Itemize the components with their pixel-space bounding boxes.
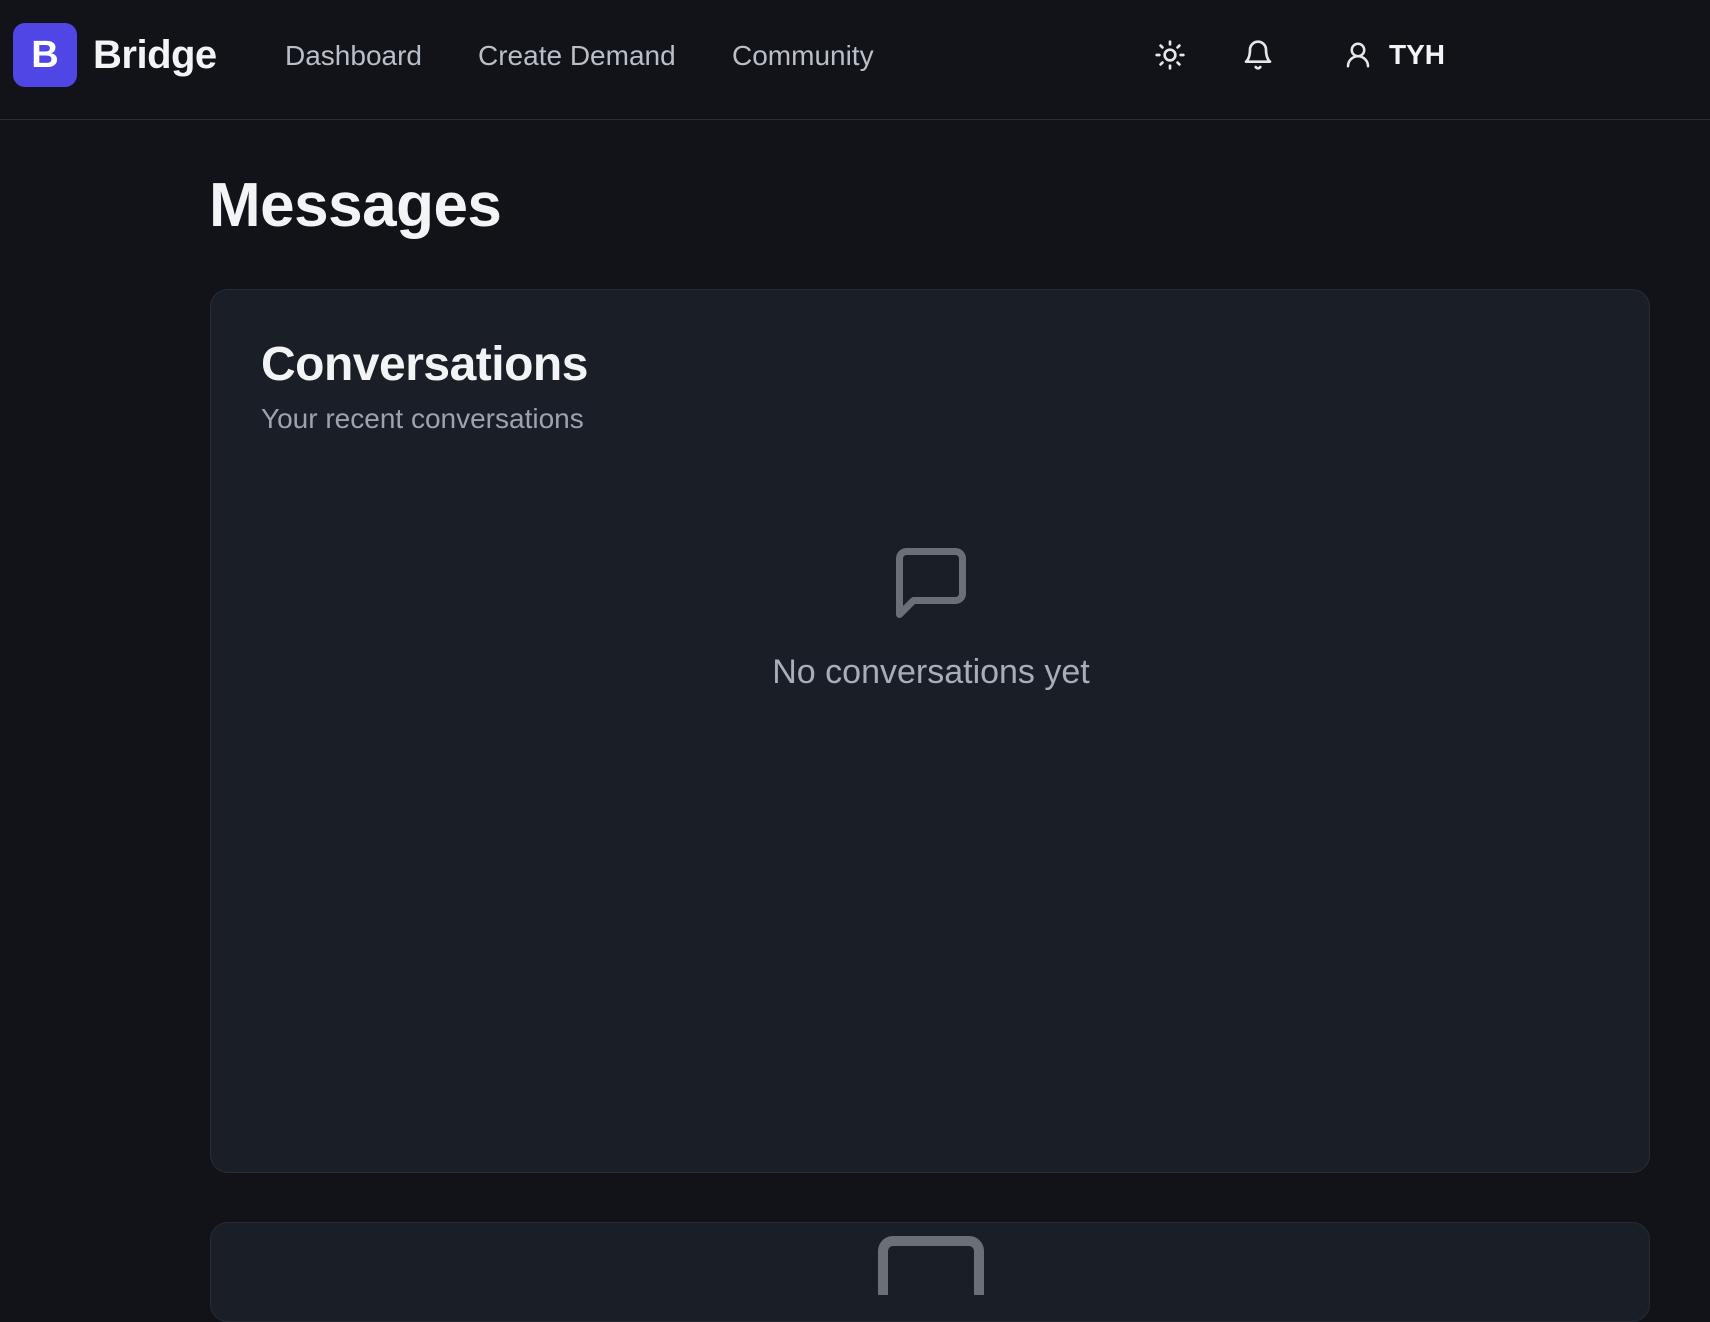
card-subtitle: Your recent conversations xyxy=(261,403,584,434)
message-square-icon xyxy=(878,1236,984,1295)
nav-community[interactable]: Community xyxy=(732,38,874,74)
user-menu-button[interactable]: TYH xyxy=(1343,35,1445,75)
sun-icon xyxy=(1155,40,1185,70)
card-title: Conversations xyxy=(261,338,588,391)
notifications-button[interactable] xyxy=(1238,35,1278,75)
message-panel-card xyxy=(210,1222,1650,1322)
nav-create-demand[interactable]: Create Demand xyxy=(478,38,676,74)
bell-icon xyxy=(1244,40,1272,70)
conversations-card: Conversations Your recent conversations … xyxy=(210,289,1650,1173)
message-square-icon xyxy=(896,548,966,618)
page-title: Messages xyxy=(209,171,502,240)
top-navbar: B Bridge Dashboard Create Demand Communi… xyxy=(0,0,1710,120)
empty-state-text: No conversations yet xyxy=(772,653,1090,691)
theme-toggle-button[interactable] xyxy=(1150,35,1190,75)
logo[interactable]: B xyxy=(13,23,77,87)
user-icon xyxy=(1346,42,1370,68)
brand-name[interactable]: Bridge xyxy=(93,30,217,80)
user-name: TYH xyxy=(1389,39,1445,70)
logo-letter: B xyxy=(31,33,59,76)
nav-dashboard[interactable]: Dashboard xyxy=(285,38,422,74)
